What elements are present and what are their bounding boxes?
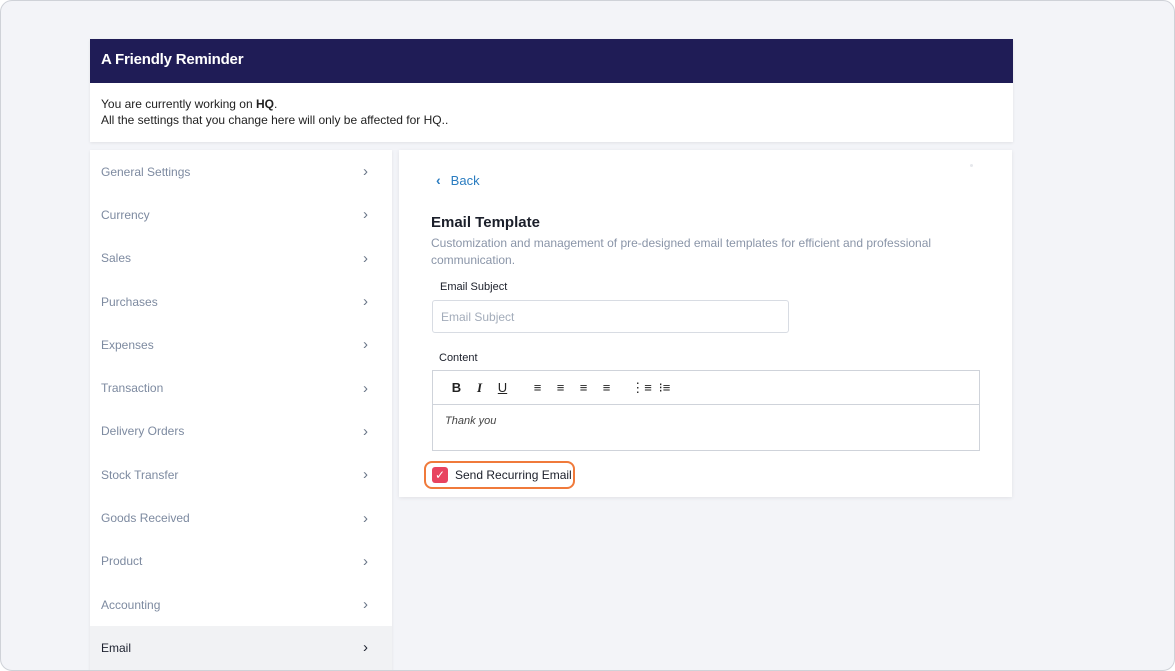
sidebar-item-label: Delivery Orders <box>101 424 185 439</box>
chevron-right-icon: › <box>363 163 368 181</box>
chevron-right-icon: › <box>363 336 368 354</box>
content-editor-body[interactable]: Thank you <box>433 405 979 437</box>
bold-button[interactable]: B <box>445 380 468 395</box>
italic-button[interactable]: I <box>468 380 491 396</box>
chevron-right-icon: › <box>363 639 368 657</box>
sidebar-item-label: Transaction <box>101 381 164 396</box>
reminder-banner: A Friendly Reminder You are currently wo… <box>90 39 1013 142</box>
sidebar-item-label: Accounting <box>101 597 161 612</box>
reminder-line-1-prefix: You are currently working on <box>101 97 256 111</box>
page-description: Customization and management of pre-desi… <box>431 236 932 267</box>
chevron-right-icon: › <box>363 422 368 440</box>
sidebar-item-label: Email <box>101 640 132 655</box>
sidebar-item-general-settings[interactable]: General Settings › <box>90 150 392 193</box>
email-subject-label: Email Subject <box>440 281 508 293</box>
align-left-icon[interactable]: ≡ <box>526 380 549 395</box>
sidebar-item-goods-received[interactable]: Goods Received › <box>90 496 392 539</box>
content-editor: B I U ≡ ≡ ≡ ≡ ⋮≡ ⁝≡ Thank you <box>432 370 980 451</box>
chevron-right-icon: › <box>363 206 368 224</box>
sidebar-item-label: Goods Received <box>101 511 190 526</box>
panel-dot <box>970 164 973 167</box>
sidebar-item-transaction[interactable]: Transaction › <box>90 366 392 409</box>
settings-sidebar: General Settings › Currency › Sales › Purch… <box>90 150 392 670</box>
chevron-right-icon: › <box>363 596 368 614</box>
bullet-list-icon[interactable]: ⁝≡ <box>653 380 676 396</box>
reminder-line-2: All the settings that you change here wi… <box>101 113 449 127</box>
email-subject-input[interactable] <box>432 300 789 333</box>
chevron-right-icon: › <box>363 509 368 527</box>
sidebar-item-delivery-orders[interactable]: Delivery Orders › <box>90 410 392 453</box>
justify-icon[interactable]: ≡ <box>595 380 618 395</box>
sidebar-item-email[interactable]: Email › <box>90 626 392 670</box>
align-right-icon[interactable]: ≡ <box>572 380 595 395</box>
back-label: Back <box>450 172 480 188</box>
send-recurring-email-label: Send Recurring Email <box>455 468 572 482</box>
checkmark-icon: ✓ <box>432 467 448 483</box>
ordered-list-icon[interactable]: ⋮≡ <box>630 380 653 396</box>
workspace-name: HQ <box>255 97 274 111</box>
sidebar-item-accounting[interactable]: Accounting › <box>90 583 392 626</box>
sidebar-item-label: General Settings <box>101 164 191 179</box>
sidebar-item-label: Currency <box>101 207 150 222</box>
content-label: Content <box>439 352 478 364</box>
reminder-title: A Friendly Reminder <box>90 39 1013 83</box>
reminder-line-1: You are currently working on HQ. <box>101 96 1002 112</box>
sidebar-item-sales[interactable]: Sales › <box>90 237 392 280</box>
sidebar-item-label: Sales <box>101 251 132 266</box>
align-center-icon[interactable]: ≡ <box>549 380 572 395</box>
page-title: Email Template <box>431 214 540 231</box>
sidebar-item-label: Expenses <box>101 337 154 352</box>
chevron-right-icon: › <box>363 466 368 484</box>
reminder-line-1-suffix: . <box>273 97 278 111</box>
chevron-left-icon: ‹ <box>436 172 441 188</box>
sidebar-item-product[interactable]: Product › <box>90 540 392 583</box>
sidebar-item-label: Product <box>101 554 143 569</box>
sidebar-item-stock-transfer[interactable]: Stock Transfer › <box>90 453 392 496</box>
email-template-panel: ‹ Back Email Template Customization and … <box>399 150 1012 497</box>
sidebar-item-label: Stock Transfer <box>101 467 179 482</box>
sidebar-item-currency[interactable]: Currency › <box>90 193 392 236</box>
sidebar-item-expenses[interactable]: Expenses › <box>90 323 392 366</box>
editor-toolbar: B I U ≡ ≡ ≡ ≡ ⋮≡ ⁝≡ <box>433 371 979 405</box>
sidebar-item-purchases[interactable]: Purchases › <box>90 280 392 323</box>
underline-button[interactable]: U <box>491 380 514 395</box>
back-button[interactable]: ‹ Back <box>436 172 480 188</box>
chevron-right-icon: › <box>363 379 368 397</box>
chevron-right-icon: › <box>363 249 368 267</box>
chevron-right-icon: › <box>363 293 368 311</box>
chevron-right-icon: › <box>363 552 368 570</box>
reminder-message: You are currently working on HQ. All the… <box>90 83 1013 141</box>
send-recurring-email-checkbox[interactable]: ✓ Send Recurring Email <box>424 461 575 489</box>
sidebar-item-label: Purchases <box>101 294 158 309</box>
app-frame: A Friendly Reminder You are currently wo… <box>0 0 1175 671</box>
